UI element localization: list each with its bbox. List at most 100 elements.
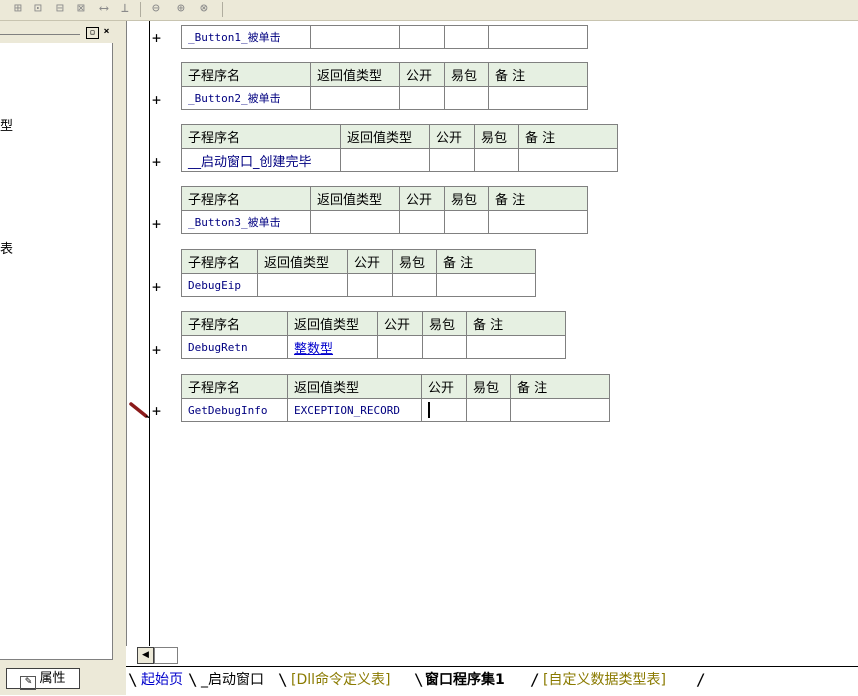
tab-divider: \ bbox=[128, 670, 138, 689]
header-public: 公开 bbox=[421, 374, 467, 399]
header-return-type: 返回值类型 bbox=[287, 374, 422, 399]
table-align-icon[interactable]: ⊡ bbox=[34, 2, 42, 16]
fit-width-icon[interactable]: ⊖ bbox=[152, 2, 160, 16]
return-type-link[interactable]: 整数型 bbox=[287, 335, 378, 359]
close-icon[interactable]: × bbox=[101, 27, 112, 37]
subroutine-table: 子程序名 返回值类型 公开 易包 备 注 DebugRetn 整数型 bbox=[181, 311, 566, 359]
header-return-type: 返回值类型 bbox=[340, 124, 430, 149]
subroutine-name[interactable]: GetDebugInfo bbox=[181, 398, 288, 422]
fit-height-icon[interactable]: ⊕ bbox=[177, 2, 185, 16]
header-public: 公开 bbox=[429, 124, 475, 149]
public-cell[interactable] bbox=[399, 25, 445, 49]
expand-icon[interactable]: + bbox=[152, 280, 161, 295]
editor-gutter bbox=[127, 21, 150, 646]
truncated-label: 型 bbox=[0, 119, 14, 134]
properties-tab[interactable]: ✎ 属性 bbox=[6, 668, 80, 690]
subroutine-name[interactable]: DebugEip bbox=[181, 273, 258, 297]
easy-pack-cell[interactable] bbox=[466, 398, 511, 422]
header-return-type: 返回值类型 bbox=[310, 62, 400, 87]
return-type-cell[interactable] bbox=[257, 273, 348, 297]
expand-icon[interactable]: + bbox=[152, 343, 161, 358]
tab-window-program-set[interactable]: 窗口程序集1 bbox=[425, 669, 505, 691]
tab-divider: \ bbox=[414, 670, 424, 689]
header-note: 备 注 bbox=[436, 249, 536, 274]
subroutine-table: _Button1_被单击 bbox=[181, 25, 588, 49]
tab-startup-window[interactable]: _启动窗口 bbox=[201, 669, 264, 691]
expand-icon[interactable]: + bbox=[152, 31, 161, 46]
text-cursor bbox=[428, 402, 430, 418]
edit-pencil-icon bbox=[129, 402, 150, 418]
easy-pack-cell[interactable] bbox=[422, 335, 467, 359]
table-merge-icon[interactable]: ⊟ bbox=[56, 2, 64, 16]
header-name: 子程序名 bbox=[181, 124, 341, 149]
note-cell[interactable] bbox=[436, 273, 536, 297]
subroutine-name[interactable]: DebugRetn bbox=[181, 335, 288, 359]
column-width-icon[interactable]: ⟷ bbox=[100, 2, 108, 16]
subroutine-table: 子程序名 返回值类型 公开 易包 备 注 _Button3_被单击 bbox=[181, 186, 588, 234]
easy-pack-cell[interactable] bbox=[444, 25, 489, 49]
horizontal-scrollbar[interactable]: ◀ bbox=[126, 646, 858, 664]
table-split-icon[interactable]: ⊠ bbox=[77, 2, 85, 16]
public-cell[interactable] bbox=[377, 335, 423, 359]
public-cell[interactable] bbox=[429, 148, 475, 172]
subroutine-name[interactable]: _Button2_被单击 bbox=[181, 86, 311, 110]
properties-icon: ✎ bbox=[20, 676, 37, 690]
header-note: 备 注 bbox=[488, 186, 588, 211]
header-name: 子程序名 bbox=[181, 249, 258, 274]
fit-all-icon[interactable]: ⊗ bbox=[200, 2, 208, 16]
return-type-cell[interactable] bbox=[310, 25, 400, 49]
easy-pack-cell[interactable] bbox=[392, 273, 437, 297]
note-cell[interactable] bbox=[488, 210, 588, 234]
header-note: 备 注 bbox=[488, 62, 588, 87]
header-public: 公开 bbox=[377, 311, 423, 336]
expand-icon[interactable]: + bbox=[152, 404, 161, 419]
subroutine-table: 子程序名 返回值类型 公开 易包 备 注 __启动窗口_创建完毕 bbox=[181, 124, 618, 172]
return-type-cell[interactable]: EXCEPTION_RECORD bbox=[287, 398, 422, 422]
subroutine-table: 子程序名 返回值类型 公开 易包 备 注 GetDebugInfo EXCEPT… bbox=[181, 374, 610, 422]
tab-dll-commands[interactable]: [Dll命令定义表] bbox=[291, 669, 390, 691]
header-return-type: 返回值类型 bbox=[310, 186, 400, 211]
header-return-type: 返回值类型 bbox=[287, 311, 378, 336]
left-panel-content: 型 表 bbox=[0, 43, 113, 660]
subroutine-name[interactable]: _Button1_被单击 bbox=[181, 25, 311, 49]
public-cell[interactable] bbox=[399, 86, 445, 110]
note-cell[interactable] bbox=[510, 398, 610, 422]
easy-pack-cell[interactable] bbox=[444, 210, 489, 234]
tab-divider: / bbox=[530, 670, 540, 689]
note-cell[interactable] bbox=[466, 335, 566, 359]
table-insert-icon[interactable]: ⊞ bbox=[14, 2, 22, 16]
expand-icon[interactable]: + bbox=[152, 217, 161, 232]
easy-pack-cell[interactable] bbox=[444, 86, 489, 110]
properties-tab-label: 属性 bbox=[39, 671, 66, 686]
note-cell[interactable] bbox=[488, 25, 588, 49]
left-dock-panel: ▫ × 型 表 bbox=[0, 21, 122, 667]
panel-caption-line bbox=[0, 34, 80, 35]
tab-start-page[interactable]: 起始页 bbox=[141, 669, 183, 691]
header-note: 备 注 bbox=[510, 374, 610, 399]
note-cell[interactable] bbox=[488, 86, 588, 110]
note-cell[interactable] bbox=[518, 148, 618, 172]
header-name: 子程序名 bbox=[181, 62, 311, 87]
return-type-cell[interactable] bbox=[340, 148, 430, 172]
easy-pack-cell[interactable] bbox=[474, 148, 519, 172]
header-public: 公开 bbox=[347, 249, 393, 274]
return-type-cell[interactable] bbox=[310, 86, 400, 110]
header-name: 子程序名 bbox=[181, 374, 288, 399]
subroutine-name[interactable]: _Button3_被单击 bbox=[181, 210, 311, 234]
expand-icon[interactable]: + bbox=[152, 93, 161, 108]
return-type-cell[interactable] bbox=[310, 210, 400, 234]
scroll-track[interactable] bbox=[154, 647, 178, 664]
subroutine-name[interactable]: __启动窗口_创建完毕 bbox=[181, 148, 341, 172]
header-easy-pack: 易包 bbox=[466, 374, 511, 399]
public-cell[interactable] bbox=[347, 273, 393, 297]
public-cell[interactable] bbox=[421, 398, 467, 422]
scroll-left-icon[interactable]: ◀ bbox=[137, 647, 154, 664]
expand-icon[interactable]: + bbox=[152, 155, 161, 170]
header-name: 子程序名 bbox=[181, 311, 288, 336]
header-note: 备 注 bbox=[466, 311, 566, 336]
row-height-icon[interactable]: ⟂ bbox=[121, 2, 129, 16]
restore-icon[interactable]: ▫ bbox=[86, 27, 99, 39]
tab-custom-data-types[interactable]: [自定义数据类型表] bbox=[543, 669, 666, 691]
public-cell[interactable] bbox=[399, 210, 445, 234]
header-easy-pack: 易包 bbox=[392, 249, 437, 274]
